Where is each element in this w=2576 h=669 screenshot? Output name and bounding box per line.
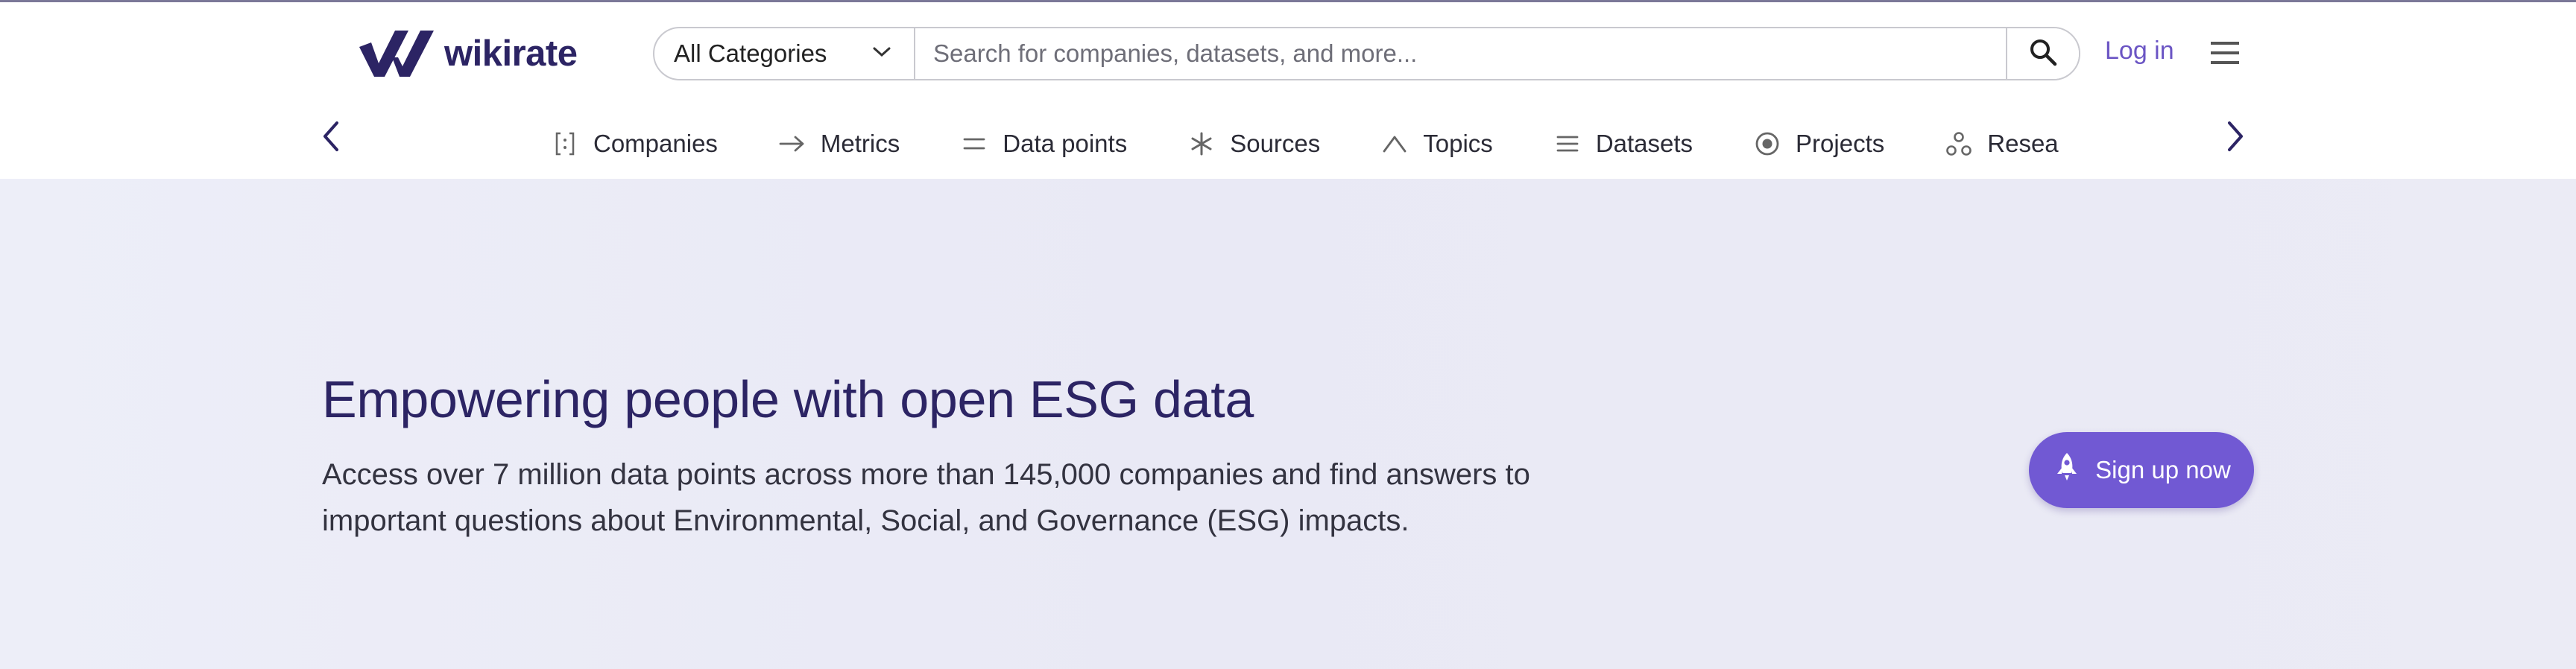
nav-scroll-right-button[interactable] xyxy=(2220,119,2250,156)
nav-item-companies[interactable]: Companies xyxy=(552,121,718,166)
nav-item-label: Datasets xyxy=(1595,130,1693,157)
hero-subtitle: Access over 7 million data points across… xyxy=(322,458,1530,537)
nav-item-projects[interactable]: Projects xyxy=(1754,121,1884,166)
radio-icon xyxy=(1754,130,1781,157)
rocket-icon xyxy=(2052,451,2082,489)
hero-title: Empowering people with open ESG data xyxy=(322,370,1254,428)
search-input[interactable] xyxy=(915,28,2006,79)
logo-mark-icon xyxy=(356,28,440,80)
nav-item-sources[interactable]: Sources xyxy=(1188,121,1320,166)
asterisk-icon xyxy=(1188,130,1215,157)
logo[interactable]: wikirate xyxy=(356,28,578,80)
signup-button-label: Sign up now xyxy=(2095,456,2231,483)
nav-item-metrics[interactable]: Metrics xyxy=(779,121,900,166)
research-icon xyxy=(1945,130,1972,157)
nav-item-label: Resea xyxy=(1987,130,2059,157)
nav-item-label: Topics xyxy=(1423,130,1493,157)
hamburger-menu-icon xyxy=(2211,42,2239,45)
list-icon xyxy=(1554,130,1581,157)
caret-up-icon xyxy=(1381,130,1408,157)
nav-item-label: Data points xyxy=(1003,130,1128,157)
signup-button[interactable]: Sign up now xyxy=(2029,432,2254,508)
login-link[interactable]: Log in xyxy=(2105,37,2174,66)
nav-item-datasets[interactable]: Datasets xyxy=(1554,121,1693,166)
category-nav: Companies Metrics Data points Sources To… xyxy=(544,121,2080,166)
search-icon xyxy=(2028,37,2058,71)
nav-item-label: Projects xyxy=(1796,130,1885,157)
nav-item-label: Metrics xyxy=(820,130,900,157)
nav-item-label: Companies xyxy=(593,130,718,157)
chevron-down-icon xyxy=(872,46,891,62)
nav-item-data-points[interactable]: Data points xyxy=(961,121,1127,166)
chevron-left-icon xyxy=(322,121,340,156)
nav-scroll-left-button[interactable] xyxy=(316,119,346,156)
page: wikirate All Categories Log in xyxy=(0,0,2576,669)
nav-item-research[interactable]: Resea xyxy=(1945,121,2059,166)
chevron-right-icon xyxy=(2226,121,2244,156)
category-select-value: All Categories xyxy=(674,39,827,67)
nav-item-topics[interactable]: Topics xyxy=(1381,121,1493,166)
nav-item-label: Sources xyxy=(1230,130,1321,157)
equals-icon xyxy=(961,130,988,157)
hero-section: Empowering people with open ESG data Acc… xyxy=(0,179,2576,669)
category-select[interactable]: All Categories xyxy=(654,28,915,79)
hamburger-menu-line xyxy=(2211,51,2239,54)
arrow-right-icon xyxy=(779,130,806,157)
site-header: wikirate All Categories Log in xyxy=(0,2,2576,177)
search-button[interactable] xyxy=(2006,28,2079,79)
companies-icon xyxy=(552,130,578,157)
logo-text: wikirate xyxy=(444,34,578,74)
hamburger-menu-line xyxy=(2211,61,2239,64)
hamburger-menu-button[interactable] xyxy=(2208,39,2242,66)
search-bar: All Categories xyxy=(653,27,2080,80)
